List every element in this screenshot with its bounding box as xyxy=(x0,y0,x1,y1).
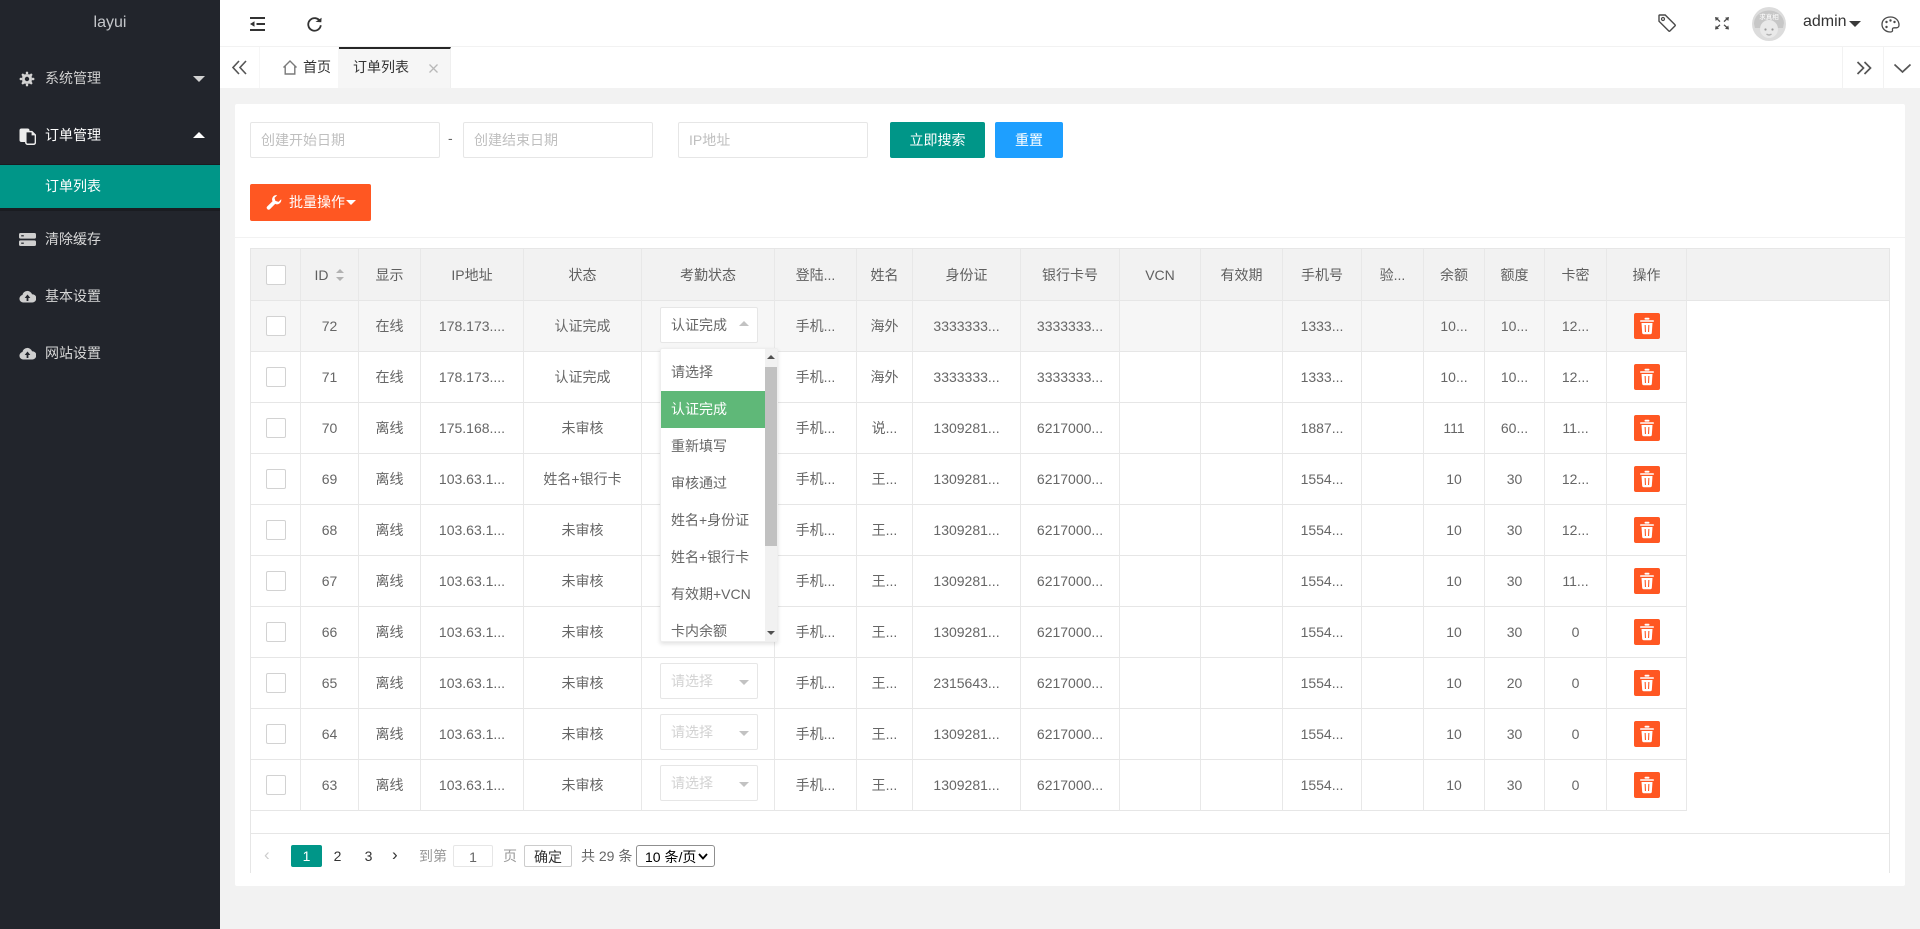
svg-text:求真相: 求真相 xyxy=(1759,12,1779,21)
